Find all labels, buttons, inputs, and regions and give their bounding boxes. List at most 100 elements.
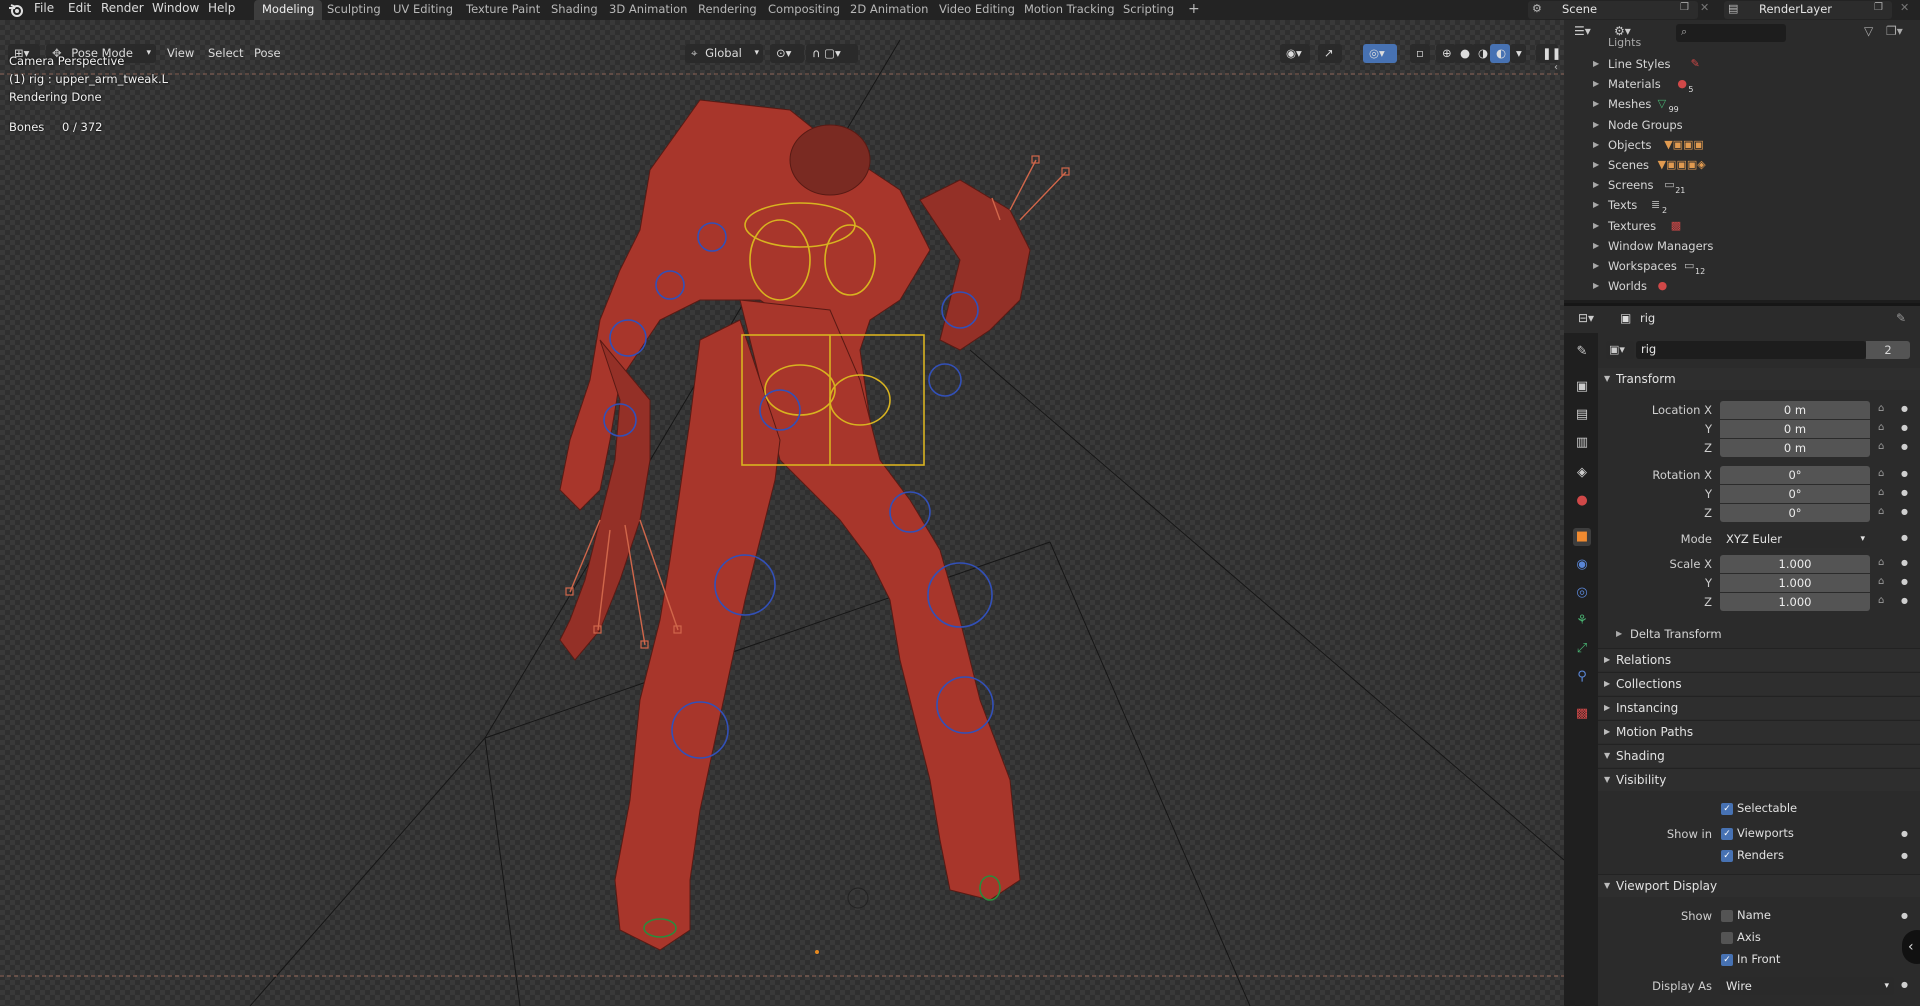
shading-options-icon[interactable]: ▾ (1510, 44, 1526, 63)
pivot-icon[interactable]: ⊙▾ (770, 44, 804, 63)
keyframe-dot-icon[interactable]: ● (1901, 442, 1908, 451)
outliner-item-meshes[interactable]: ▶ Meshes ▽ 99 (1564, 94, 1920, 114)
name-checkbox[interactable] (1721, 910, 1733, 922)
keyframe-dot-icon[interactable]: ● (1901, 469, 1908, 478)
relations-panel-header[interactable]: ▶ Relations (1598, 649, 1920, 671)
lock-icon[interactable]: ⌂ (1878, 403, 1884, 414)
menu-select[interactable]: Select (208, 44, 243, 63)
modifier-tab-icon[interactable]: ◉ (1573, 556, 1591, 574)
scale-x-field[interactable]: 1.000 (1720, 555, 1870, 573)
rotation-z-field[interactable]: 0° (1720, 504, 1870, 522)
keyframe-dot-icon[interactable]: ● (1901, 980, 1908, 989)
tab-sculpting[interactable]: Sculpting (319, 0, 389, 20)
expand-arrow-icon[interactable]: ▶ (1593, 216, 1599, 236)
keyframe-dot-icon[interactable]: ● (1901, 507, 1908, 516)
shading-wireframe-icon[interactable]: ⊕ (1436, 44, 1456, 63)
tab-motion-tracking[interactable]: Motion Tracking (1016, 0, 1123, 20)
location-x-field[interactable]: 0 m (1720, 401, 1870, 419)
tab-3d-animation[interactable]: 3D Animation (601, 0, 695, 20)
shading-rendered-icon[interactable]: ◐ (1490, 44, 1510, 63)
instancing-panel-header[interactable]: ▶ Instancing (1598, 697, 1920, 719)
data-tab-icon[interactable]: ⤢ (1573, 640, 1591, 658)
expand-arrow-icon[interactable]: ▶ (1593, 135, 1599, 155)
lock-icon[interactable]: ⌂ (1878, 557, 1884, 568)
expand-arrow-icon[interactable]: ▶ (1593, 276, 1599, 296)
overlay-icon[interactable]: ◎▾ (1363, 44, 1397, 63)
outliner-item-scenes[interactable]: ▶ Scenes ▼▣▣▣◈ (1564, 155, 1920, 175)
sidebar-toggle-icon[interactable]: ‹ (1554, 62, 1558, 73)
expand-arrow-icon[interactable]: ▶ (1593, 195, 1599, 215)
renders-checkbox[interactable]: ✓ (1721, 850, 1733, 862)
datablock-selector[interactable]: ▣▾ (1606, 341, 1634, 359)
expand-arrow-icon[interactable]: ▶ (1593, 236, 1599, 256)
keyframe-dot-icon[interactable]: ● (1901, 577, 1908, 586)
keyframe-dot-icon[interactable]: ● (1901, 596, 1908, 605)
expand-arrow-icon[interactable]: ▶ (1593, 256, 1599, 276)
outliner-search-input[interactable]: ⌕ (1676, 24, 1786, 42)
scene-selector[interactable]: ⚙ Scene ❐ (1528, 1, 1698, 19)
outliner-item-node-groups[interactable]: ▶ Node Groups (1564, 115, 1920, 135)
menu-file[interactable]: File (34, 0, 54, 20)
tab-scripting[interactable]: Scripting (1115, 0, 1182, 20)
tool-tab-icon[interactable]: ✎ (1573, 343, 1591, 361)
selectable-checkbox[interactable]: ✓ (1721, 803, 1733, 815)
location-z-field[interactable]: 0 m (1720, 439, 1870, 457)
display-as-dropdown[interactable]: Wire ▾ (1720, 977, 1894, 995)
filter-icon[interactable]: ▽ (1864, 24, 1873, 38)
editor-type-icon[interactable]: ☰▾ (1574, 24, 1591, 38)
shading-material-icon[interactable]: ◑ (1472, 44, 1492, 63)
expand-arrow-icon[interactable]: ▶ (1593, 94, 1599, 114)
visibility-panel-header[interactable]: ▼ Visibility (1598, 769, 1920, 791)
lock-icon[interactable]: ⌂ (1878, 576, 1884, 587)
outliner-item-materials[interactable]: ▶ Materials ● 5 (1564, 74, 1920, 94)
physics-tab-icon[interactable]: ◎ (1573, 584, 1591, 602)
bone-constraint-tab-icon[interactable]: ⚲ (1573, 668, 1591, 686)
object-name-field[interactable]: rig (1636, 341, 1866, 359)
in-front-checkbox[interactable]: ✓ (1721, 954, 1733, 966)
menu-help[interactable]: Help (208, 0, 235, 20)
add-workspace-icon[interactable]: + (1180, 0, 1208, 20)
expand-arrow-icon[interactable]: ▶ (1593, 175, 1599, 195)
menu-render[interactable]: Render (101, 0, 144, 20)
gizmo-icon[interactable]: ↗ (1318, 44, 1342, 63)
shading-solid-icon[interactable]: ● (1454, 44, 1474, 63)
keyframe-dot-icon[interactable]: ● (1901, 558, 1908, 567)
keyframe-dot-icon[interactable]: ● (1901, 851, 1908, 860)
users-count-field[interactable]: 2 (1866, 341, 1910, 359)
tab-compositing[interactable]: Compositing (760, 0, 848, 20)
keyframe-dot-icon[interactable]: ● (1901, 404, 1908, 413)
delta-transform-subpanel[interactable]: ▶ Delta Transform (1616, 624, 1916, 644)
menu-window[interactable]: Window (152, 0, 199, 20)
expand-arrow-icon[interactable]: ▶ (1593, 155, 1599, 175)
scene-tab-icon[interactable]: ◈ (1573, 464, 1591, 482)
copy-scene-icon[interactable]: ❐ (1680, 2, 1689, 13)
tab-modeling[interactable]: Modeling (254, 0, 323, 20)
expand-arrow-icon[interactable]: ▶ (1593, 115, 1599, 135)
keyframe-dot-icon[interactable]: ● (1901, 423, 1908, 432)
lock-icon[interactable]: ⌂ (1878, 441, 1884, 452)
blender-logo-icon[interactable] (8, 2, 24, 18)
outliner-item-texts[interactable]: ▶ Texts ≣ 2 (1564, 195, 1920, 215)
editor-type-icon[interactable]: ⊟▾ (1578, 311, 1594, 325)
outliner-item-screens[interactable]: ▶ Screens ▭ 21 (1564, 175, 1920, 195)
tab-uv-editing[interactable]: UV Editing (385, 0, 461, 20)
menu-view[interactable]: View (167, 44, 194, 63)
object-tab-icon[interactable]: ■ (1573, 528, 1591, 546)
outliner-item-objects[interactable]: ▶ Objects ▼▣▣▣ (1564, 135, 1920, 155)
snap-icon[interactable]: ∩ ▢▾ (806, 44, 858, 63)
outliner-item-window-managers[interactable]: ▶ Window Managers (1564, 236, 1920, 256)
lock-icon[interactable]: ⌂ (1878, 468, 1884, 479)
view-layer-selector[interactable]: ▤ RenderLayer ❐ (1724, 1, 1892, 19)
collections-panel-header[interactable]: ▶ Collections (1598, 673, 1920, 695)
3d-viewport[interactable] (0, 20, 1564, 1006)
tab-texture-paint[interactable]: Texture Paint (458, 0, 548, 20)
scale-y-field[interactable]: 1.000 (1720, 574, 1870, 592)
scale-z-field[interactable]: 1.000 (1720, 593, 1870, 611)
pause-render-icon[interactable]: ❚❚ (1536, 44, 1561, 63)
lock-icon[interactable]: ⌂ (1878, 506, 1884, 517)
motion-paths-panel-header[interactable]: ▶ Motion Paths (1598, 721, 1920, 743)
outliner-item-line-styles[interactable]: ▶ Line Styles ✎ (1564, 54, 1920, 74)
axis-checkbox[interactable] (1721, 932, 1733, 944)
lock-icon[interactable]: ⌂ (1878, 422, 1884, 433)
output-tab-icon[interactable]: ▤ (1573, 406, 1591, 424)
